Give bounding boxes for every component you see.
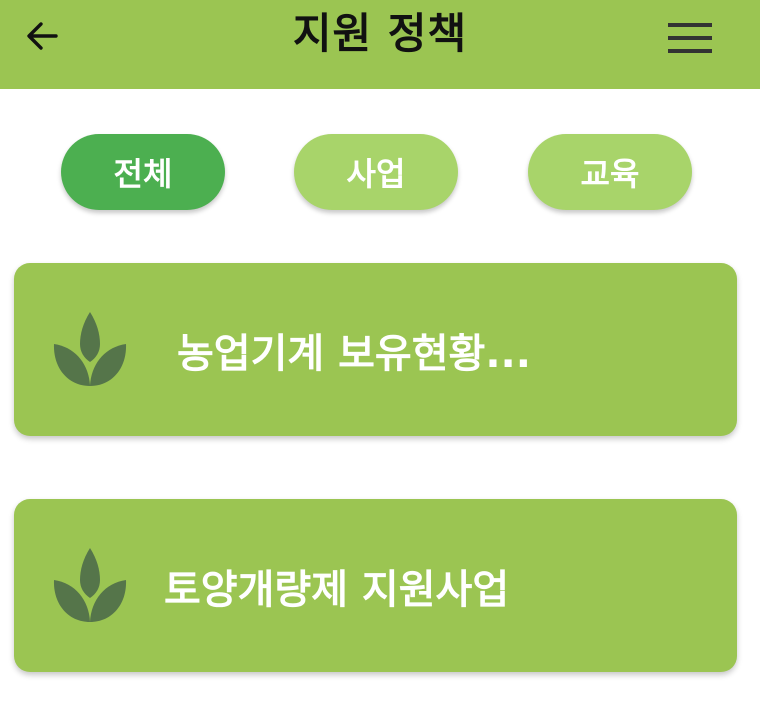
tab-all[interactable]: 전체 <box>61 134 225 210</box>
policy-card[interactable]: 농업기계 보유현황... <box>14 263 737 436</box>
page-title: 지원 정책 <box>292 9 468 58</box>
sprout-icon <box>53 548 127 622</box>
tab-business[interactable]: 사업 <box>294 134 458 210</box>
sprout-icon <box>53 312 127 386</box>
tab-label: 사업 <box>346 155 406 193</box>
tab-label: 교육 <box>580 155 640 193</box>
top-app-bar: 지원 정책 <box>0 0 760 89</box>
menu-button[interactable] <box>664 16 716 60</box>
tab-label: 전체 <box>113 155 173 193</box>
policy-card[interactable]: 토양개량제 지원사업 <box>14 499 737 672</box>
hamburger-menu-icon <box>668 23 712 53</box>
policy-card-title: 농업기계 보유현황... <box>177 330 531 377</box>
policy-card-title: 토양개량제 지원사업 <box>164 566 510 613</box>
tab-education[interactable]: 교육 <box>528 134 692 210</box>
